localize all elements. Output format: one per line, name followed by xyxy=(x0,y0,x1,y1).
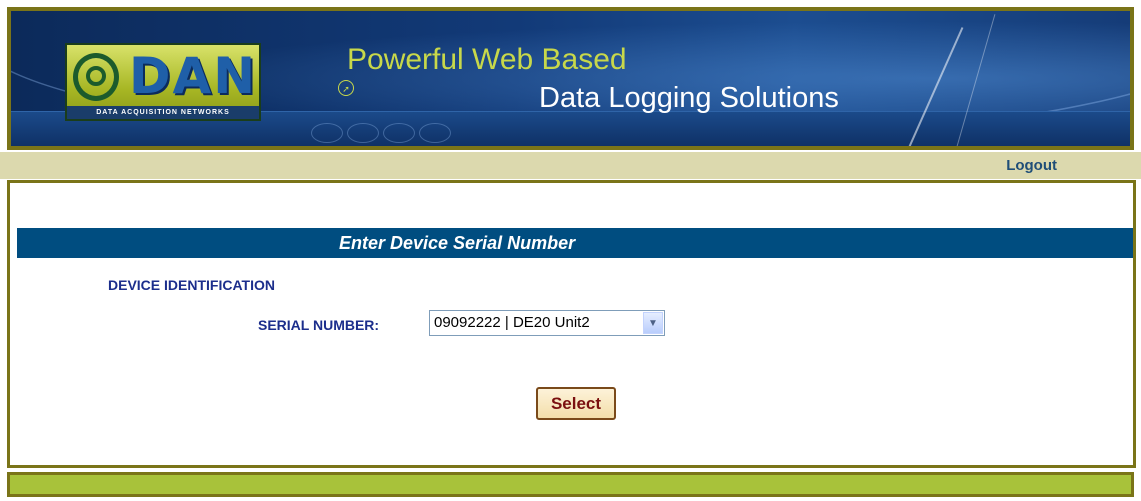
form-title-bar: Enter Device Serial Number xyxy=(17,228,1133,258)
section-heading: DEVICE IDENTIFICATION xyxy=(108,277,275,293)
header-banner: DAN DATA ACQUISITION NETWORKS ➚ Powerful… xyxy=(7,7,1134,150)
serial-number-selected-value: 09092222 | DE20 Unit2 xyxy=(434,314,590,331)
logo-wordmark: DAN xyxy=(129,47,258,105)
headline-line1: Powerful Web Based xyxy=(347,43,627,76)
logo-subtitle: DATA ACQUISITION NETWORKS xyxy=(67,106,259,119)
headline-line2: Data Logging Solutions xyxy=(539,82,839,114)
signal-waves-icon xyxy=(73,53,119,101)
form-title: Enter Device Serial Number xyxy=(339,233,576,253)
logout-link[interactable]: Logout xyxy=(1006,157,1057,174)
chevron-down-icon[interactable]: ▼ xyxy=(643,312,663,334)
arrow-badge-icon: ➚ xyxy=(338,80,354,96)
dan-logo: DAN DATA ACQUISITION NETWORKS xyxy=(65,43,261,121)
main-panel: Enter Device Serial Number DEVICE IDENTI… xyxy=(7,180,1136,468)
top-nav-bar: Logout xyxy=(0,152,1141,179)
serial-number-dropdown[interactable]: 09092222 | DE20 Unit2 ▼ xyxy=(429,310,665,336)
footer-bar xyxy=(7,472,1134,497)
select-button[interactable]: Select xyxy=(536,387,616,420)
serial-number-label: SERIAL NUMBER: xyxy=(258,317,380,333)
banner-decoration-rings xyxy=(311,123,451,143)
